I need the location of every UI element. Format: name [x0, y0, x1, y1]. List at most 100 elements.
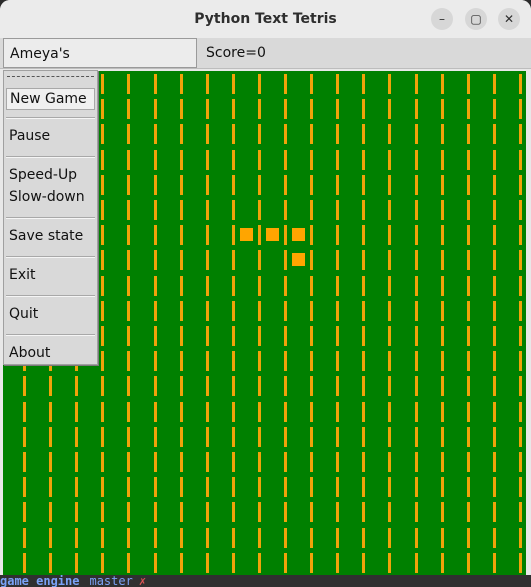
board-stripe [440, 225, 444, 246]
board-stripe [388, 477, 392, 498]
board-stripe [179, 250, 183, 271]
board-stripe [153, 502, 157, 523]
board-stripe [414, 250, 418, 271]
board-stripe [336, 74, 340, 94]
board-stripe [310, 426, 314, 447]
board-stripe [284, 502, 287, 523]
board-stripe [75, 452, 79, 472]
board-stripe [257, 552, 261, 573]
board-stripe [75, 477, 79, 498]
board-stripe [440, 552, 444, 573]
board-stripe [205, 225, 209, 246]
board-stripe [388, 552, 392, 573]
game-menu-button[interactable]: Ameya's EXtendedTETRIckS [3, 38, 197, 92]
board-stripe [179, 124, 183, 145]
board-stripe [101, 275, 105, 296]
board-stripe [518, 426, 522, 447]
board-stripe [362, 74, 366, 94]
board-stripe [205, 74, 209, 94]
board-stripe [492, 426, 496, 447]
board-stripe [179, 477, 183, 498]
board-stripe [75, 552, 79, 573]
board-stripe [284, 174, 287, 195]
board-stripe [440, 452, 444, 472]
terminal-branch: master [89, 575, 133, 587]
board-stripe [336, 174, 340, 195]
board-stripe [518, 502, 522, 523]
menu-item-slow-down[interactable]: Slow-down [9, 189, 85, 205]
board-stripe [492, 527, 496, 548]
maximize-icon[interactable]: ▢ [465, 8, 487, 30]
menu-item-pause[interactable]: Pause [9, 128, 50, 144]
board-stripe [466, 527, 470, 548]
board-stripe [440, 502, 444, 523]
board-stripe [153, 527, 157, 548]
board-stripe [440, 149, 444, 170]
board-stripe [284, 452, 287, 472]
board-stripe [101, 552, 105, 573]
board-stripe [23, 527, 26, 548]
board-stripe [179, 351, 183, 372]
menu-bar: Ameya's EXtendedTETRIckS Score=0 [0, 38, 531, 92]
menu-separator [6, 256, 95, 258]
board-stripe [179, 99, 183, 120]
board-stripe [310, 124, 314, 145]
board-stripe [284, 149, 287, 170]
board-stripe [101, 124, 105, 145]
board-stripe [101, 452, 105, 472]
board-stripe [414, 275, 418, 296]
board-stripe [388, 401, 392, 422]
board-stripe [231, 174, 235, 195]
board-stripe [440, 401, 444, 422]
board-stripe [362, 376, 366, 397]
board-stripe [205, 452, 209, 472]
board-stripe [414, 401, 418, 422]
menu-item-save-state[interactable]: Save state [9, 228, 83, 244]
board-stripe [257, 527, 261, 548]
board-stripe [336, 124, 340, 145]
board-stripe [310, 225, 314, 246]
board-stripe [388, 124, 392, 145]
menu-item-new-game[interactable]: New Game [6, 88, 95, 110]
board-stripe [23, 477, 26, 498]
board-stripe [205, 200, 209, 220]
board-stripe [440, 527, 444, 548]
menu-item-exit[interactable]: Exit [9, 267, 36, 283]
board-stripe [205, 552, 209, 573]
board-stripe [231, 99, 235, 120]
menu-item-about[interactable]: About [9, 345, 50, 361]
menu-item-quit[interactable]: Quit [9, 306, 38, 322]
board-stripe [49, 376, 53, 397]
board-stripe [414, 477, 418, 498]
board-stripe [388, 376, 392, 397]
board-stripe [179, 74, 183, 94]
board-stripe [336, 149, 340, 170]
board-stripe [492, 502, 496, 523]
close-icon[interactable]: ✕ [498, 8, 520, 30]
board-stripe [388, 275, 392, 296]
board-stripe [284, 401, 287, 422]
board-stripe [231, 527, 235, 548]
board-stripe [362, 502, 366, 523]
title-bar[interactable]: Python Text Tetris – ▢ ✕ [0, 0, 531, 39]
board-stripe [414, 502, 418, 523]
board-stripe [257, 401, 261, 422]
board-stripe [205, 477, 209, 498]
board-stripe [362, 300, 366, 321]
board-stripe [440, 477, 444, 498]
tearoff-line[interactable] [7, 76, 94, 77]
board-stripe [284, 326, 287, 346]
board-stripe [257, 477, 261, 498]
board-stripe [127, 502, 131, 523]
board-stripe [284, 124, 287, 145]
minimize-icon[interactable]: – [431, 8, 453, 30]
menu-item-speed-up[interactable]: Speed-Up [9, 167, 77, 183]
board-stripe [153, 99, 157, 120]
menu-separator [6, 156, 95, 158]
board-stripe [440, 174, 444, 195]
board-stripe [336, 426, 340, 447]
tetromino-block [292, 253, 305, 266]
board-stripe [49, 502, 53, 523]
board-stripe [284, 351, 287, 372]
board-stripe [257, 124, 261, 145]
